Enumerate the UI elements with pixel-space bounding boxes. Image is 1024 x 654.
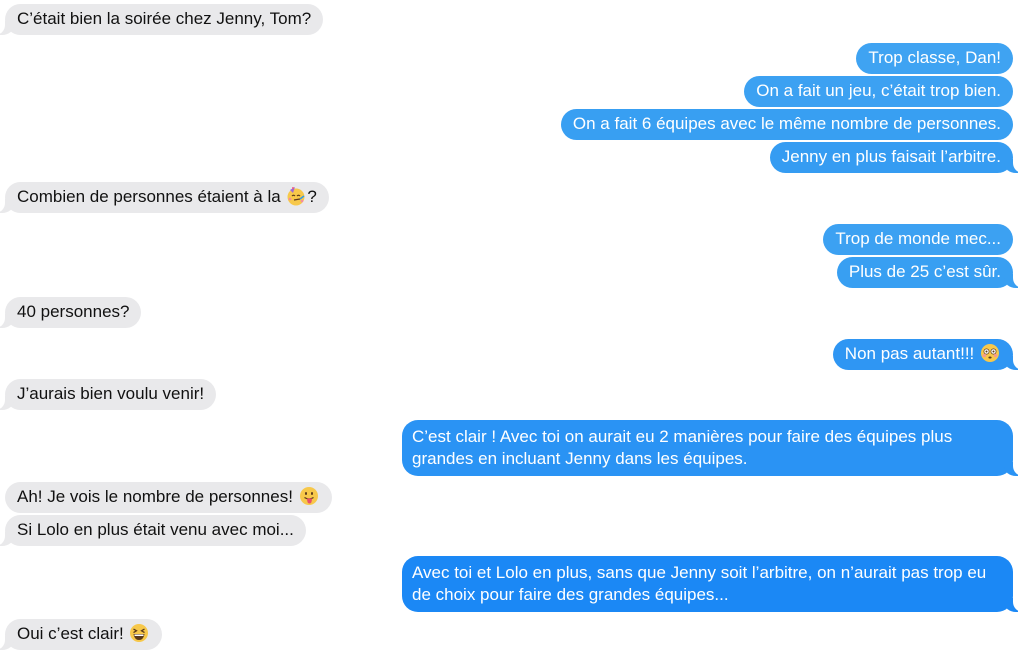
grinning-squinting-face-emoji <box>129 623 149 643</box>
message-bubble-incoming[interactable]: Combien de personnes étaient à la ? <box>0 182 329 213</box>
message-bubble-incoming[interactable]: C’était bien la soirée chez Jenny, Tom? <box>0 4 324 35</box>
message-text: 40 personnes? <box>17 302 130 321</box>
message-text: Ah! Je vois le nombre de personnes! <box>17 487 298 506</box>
message-text: C’était bien la soirée chez Jenny, Tom? <box>17 9 312 28</box>
message-bubble-outgoing[interactable]: Trop de monde mec... <box>823 224 1013 255</box>
message-text: Si Lolo en plus était venu avec moi... <box>17 520 294 539</box>
message-text: C’est clair ! Avec toi on aurait eu 2 ma… <box>412 427 953 468</box>
message-bubble-outgoing[interactable]: On a fait un jeu, c’était trop bien. <box>744 76 1013 107</box>
message-text: Plus de 25 c’est sûr. <box>848 262 1001 281</box>
message-bubble-incoming[interactable]: Oui c’est clair! <box>0 619 163 650</box>
message-text: Jenny en plus faisait l’arbitre. <box>781 147 1001 166</box>
message-bubble-outgoing[interactable]: Non pas autant!!! <box>832 339 1024 370</box>
message-text: On a fait 6 équipes avec le même nombre … <box>572 114 1001 133</box>
message-bubble-outgoing[interactable]: C’est clair ! Avec toi on aurait eu 2 ma… <box>402 420 1023 476</box>
partying-face-emoji <box>286 186 306 206</box>
message-bubble-incoming[interactable]: J’aurais bien voulu venir! <box>0 379 217 410</box>
tongue-out-face-emoji <box>299 486 319 506</box>
message-bubble-incoming[interactable]: 40 personnes? <box>0 297 142 328</box>
message-bubble-incoming[interactable]: Ah! Je vois le nombre de personnes! <box>5 482 332 513</box>
message-text: J’aurais bien voulu venir! <box>17 384 205 403</box>
message-bubble-outgoing[interactable]: Plus de 25 c’est sûr. <box>836 257 1024 288</box>
message-text: Trop de monde mec... <box>835 229 1001 248</box>
message-bubble-outgoing[interactable]: Jenny en plus faisait l’arbitre. <box>769 142 1024 173</box>
message-text: Avec toi et Lolo en plus, sans que Jenny… <box>412 563 987 604</box>
message-thread: C’était bien la soirée chez Jenny, Tom? … <box>0 0 1024 654</box>
message-text: Trop classe, Dan! <box>868 48 1001 67</box>
message-bubble-incoming[interactable]: Si Lolo en plus était venu avec moi... <box>0 515 306 546</box>
message-bubble-outgoing[interactable]: Avec toi et Lolo en plus, sans que Jenny… <box>402 556 1023 612</box>
message-text: ? <box>307 187 317 206</box>
message-text: Combien de personnes étaient à la <box>17 187 286 206</box>
message-text: Oui c’est clair! <box>17 624 129 643</box>
message-bubble-outgoing[interactable]: Trop classe, Dan! <box>856 43 1013 74</box>
message-bubble-outgoing[interactable]: On a fait 6 équipes avec le même nombre … <box>560 109 1013 140</box>
message-text: Non pas autant!!! <box>844 344 979 363</box>
message-text: On a fait un jeu, c’était trop bien. <box>756 81 1001 100</box>
flushed-face-emoji <box>980 343 1000 363</box>
